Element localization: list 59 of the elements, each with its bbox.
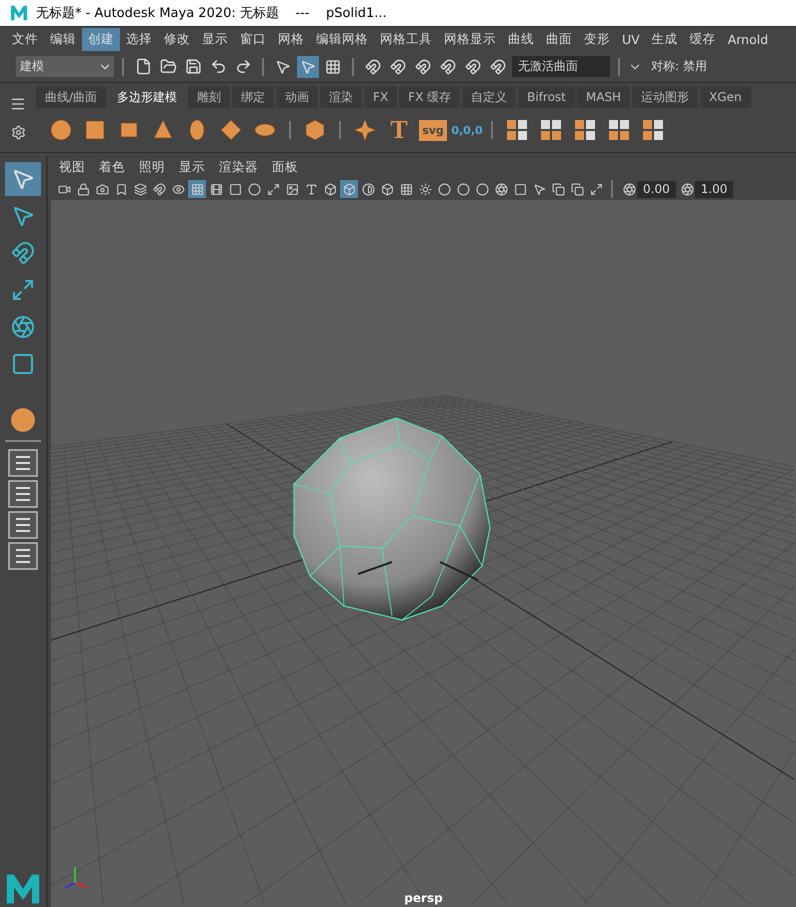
menu-item[interactable]: 曲线: [502, 28, 540, 50]
text-tool-button[interactable]: T: [390, 115, 408, 145]
sphere-icon[interactable]: [49, 118, 73, 142]
blocks-icon[interactable]: [539, 118, 563, 142]
panel-menu-item[interactable]: 着色: [99, 158, 125, 176]
menu-item[interactable]: 选择: [120, 28, 158, 50]
menu-item[interactable]: 缓存: [684, 28, 722, 50]
grid-icon[interactable]: [641, 118, 665, 142]
menu-icon[interactable]: [10, 96, 26, 112]
menu-item[interactable]: 显示: [196, 28, 234, 50]
shelf-tab[interactable]: 渲染: [320, 86, 362, 108]
app-logo-icon: [10, 4, 28, 22]
shelf-tab[interactable]: Bifrost: [518, 86, 575, 108]
shelf-tab[interactable]: 雕刻: [188, 86, 230, 108]
shelf-tab[interactable]: 自定义: [462, 86, 516, 108]
menu-item[interactable]: 曲面: [540, 28, 578, 50]
panel-menu-item[interactable]: 面板: [272, 158, 298, 176]
panel-menu-item[interactable]: 照明: [139, 158, 165, 176]
shelf-tab[interactable]: FX 缓存: [399, 86, 460, 108]
menu-set-dropdown[interactable]: 建模: [16, 56, 114, 77]
menu-item[interactable]: UV: [616, 28, 646, 50]
aperture-icon: [623, 182, 636, 196]
menu-item[interactable]: Arnold: [722, 28, 774, 50]
menu-item[interactable]: 生成: [646, 28, 684, 50]
camera-label: persp: [404, 891, 443, 905]
window-title: 无标题* - Autodesk Maya 2020: 无标题 --- pSolid1...: [36, 5, 387, 22]
menu-item[interactable]: 网格工具: [374, 28, 438, 50]
aperture-icon: [680, 182, 694, 196]
shelf-tab[interactable]: MASH: [576, 86, 630, 108]
shelf-tab[interactable]: XGen: [700, 86, 751, 108]
diamond-icon[interactable]: [219, 118, 243, 142]
shelf-tab[interactable]: 运动图形: [632, 86, 698, 108]
select-by-object-icon[interactable]: [297, 56, 319, 78]
select-tool-icon[interactable]: [5, 162, 41, 196]
menu-item[interactable]: 编辑: [44, 28, 82, 50]
star-icon[interactable]: [353, 118, 377, 142]
menu-item[interactable]: 网格显示: [438, 28, 502, 50]
grid-icon[interactable]: [607, 118, 631, 142]
panel-menu-item[interactable]: 视图: [59, 158, 85, 176]
shelf-tab[interactable]: FX: [364, 86, 398, 108]
menu-item[interactable]: 窗口: [234, 28, 272, 50]
polyhedron-icon[interactable]: [303, 118, 327, 142]
value-field[interactable]: 0.00: [637, 180, 676, 198]
shelf-tab[interactable]: 动画: [276, 86, 318, 108]
live-surface-field[interactable]: 无激活曲面: [512, 56, 610, 77]
settings-icon[interactable]: [10, 124, 26, 140]
menu-item[interactable]: 修改: [158, 28, 196, 50]
value-field[interactable]: 1.00: [694, 180, 734, 198]
shelf-tab[interactable]: 曲线/曲面: [36, 86, 106, 108]
menu-item[interactable]: 网格: [272, 28, 310, 50]
menu-item[interactable]: 变形: [578, 28, 616, 50]
freeze-tool-button[interactable]: 0,0,0: [451, 124, 483, 136]
panel-menu-item[interactable]: 显示: [179, 158, 205, 176]
shelf-tab[interactable]: 绑定: [232, 86, 274, 108]
sphere-icon[interactable]: [10, 407, 36, 433]
menu-item[interactable]: 编辑网格: [310, 28, 374, 50]
svg-tool-button[interactable]: svg: [419, 120, 447, 140]
panel-menu-item[interactable]: 渲染器: [219, 158, 258, 176]
menu-item[interactable]: 文件: [6, 28, 44, 50]
